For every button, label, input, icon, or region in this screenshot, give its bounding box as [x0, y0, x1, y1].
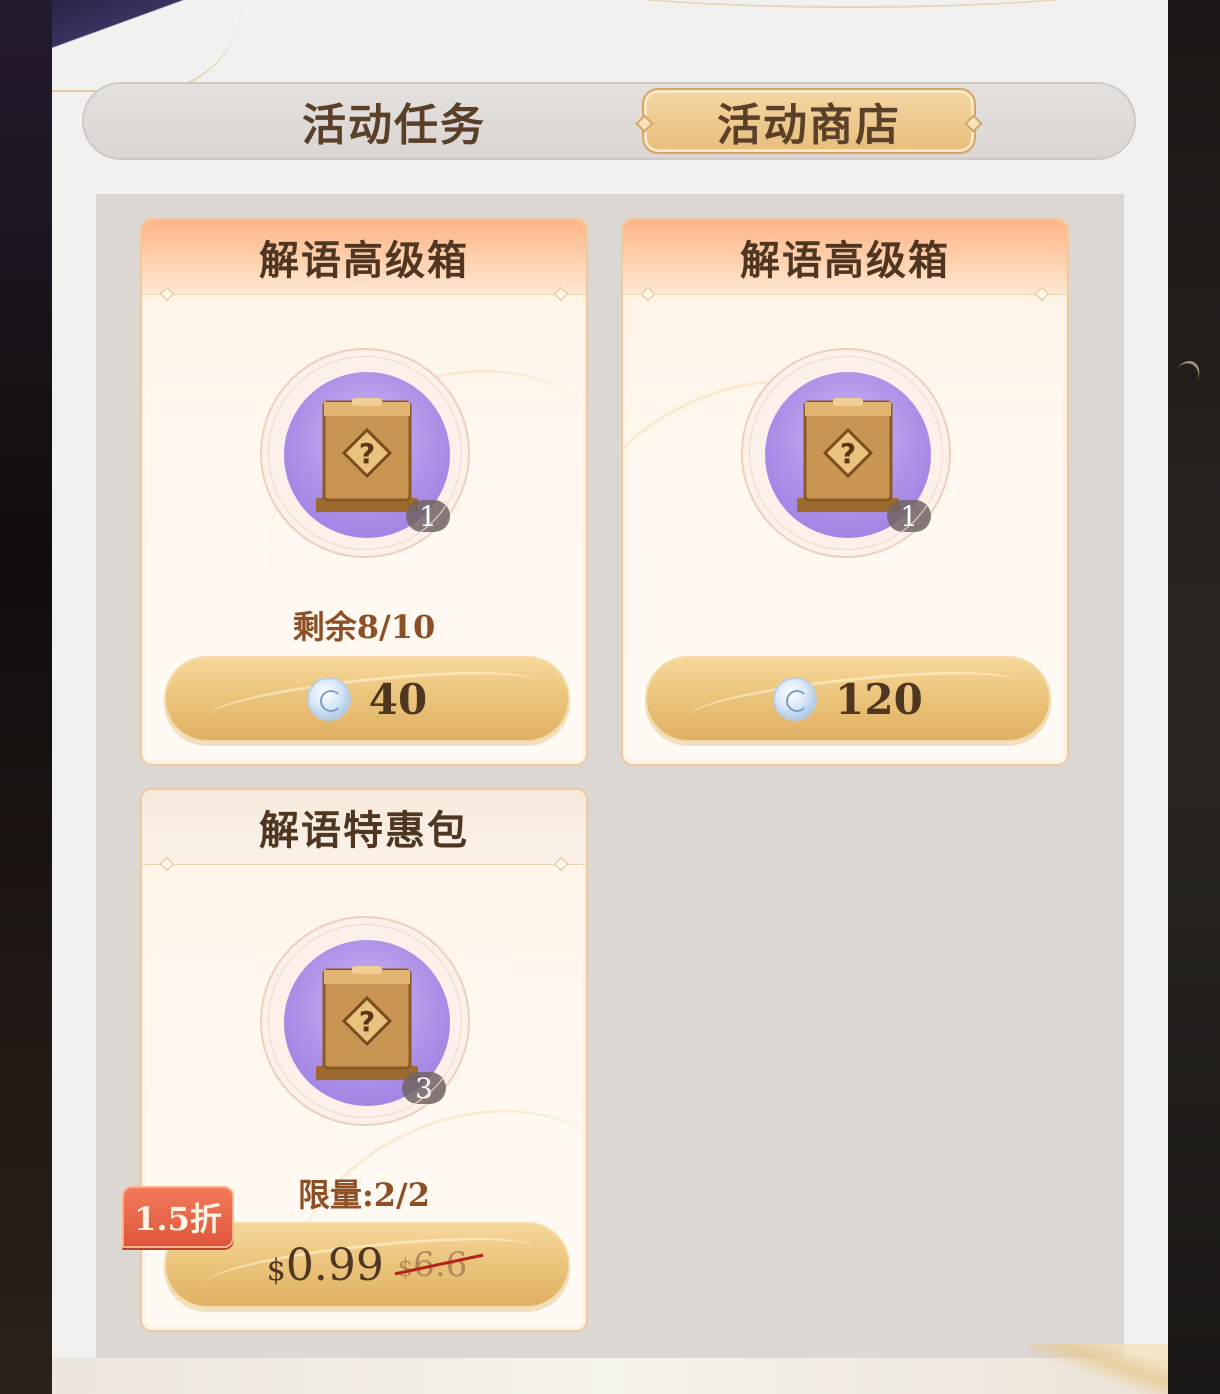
item-icon-background: ?	[765, 372, 931, 538]
item-icon-background: ?	[284, 940, 450, 1106]
silver-coin-icon	[306, 677, 351, 721]
diamond-ornament-icon	[635, 114, 654, 133]
price-value: 0.99	[285, 1239, 384, 1291]
item-price: 40	[368, 674, 428, 724]
item-icon-frame: ? 3	[260, 916, 470, 1126]
tab-activity-shop[interactable]: 活动商店	[635, 88, 983, 154]
item-icon-frame: ? 1	[741, 348, 951, 558]
svg-text:?: ?	[359, 437, 375, 470]
item-quantity-badge: 1	[887, 500, 931, 533]
discount-badge: 1.5折	[122, 1186, 234, 1248]
silver-coin-icon	[773, 677, 818, 721]
tab-activity-tasks[interactable]: 活动任务	[214, 84, 574, 158]
svg-text:?: ?	[359, 1005, 375, 1038]
currency-symbol: $	[266, 1252, 286, 1288]
item-price: 120	[835, 674, 923, 724]
corner-gold-trim	[52, 0, 242, 92]
header-divider	[156, 294, 572, 296]
shop-item-grid: 解语高级箱 ? 1 剩余8/10 40 解语高级箱 ? 1 120 解语特惠包 …	[96, 194, 1124, 1362]
tab-bar: 活动任务 活动商店	[82, 82, 1136, 160]
item-title: 解语特惠包	[142, 790, 586, 865]
item-icon-frame: ? 1	[260, 348, 470, 558]
shop-item-card[interactable]: 解语高级箱 ? 1 剩余8/10 40	[140, 218, 588, 766]
top-arc-decoration	[572, 0, 1132, 8]
bottom-decoration	[52, 1358, 1168, 1394]
background-right	[1164, 0, 1220, 1394]
background-left	[0, 0, 56, 1394]
tab-label: 活动任务	[302, 100, 486, 151]
current-price: $0.99	[267, 1240, 384, 1291]
buy-button[interactable]: 120	[645, 656, 1051, 742]
shop-item-card[interactable]: 解语高级箱 ? 1 120	[621, 218, 1069, 766]
item-quantity-badge: 1	[406, 500, 450, 533]
sparkle-decoration	[1167, 356, 1205, 397]
header-divider	[156, 864, 572, 866]
item-icon-background: ?	[284, 372, 450, 538]
svg-text:?: ?	[840, 437, 856, 470]
tab-label: 活动商店	[717, 100, 901, 151]
original-price: $6.6	[394, 1245, 484, 1285]
shop-panel: 活动任务 活动商店 解语高级箱 ? 1 剩余8/10 40 解语高级箱 ? 1 …	[52, 0, 1168, 1394]
item-title: 解语高级箱	[142, 220, 586, 295]
buy-button[interactable]: 40	[164, 656, 570, 742]
mystery-box-icon: ?	[797, 398, 899, 512]
diamond-ornament-icon	[964, 114, 983, 133]
item-quantity-badge: 3	[402, 1072, 446, 1105]
shop-item-card[interactable]: 解语特惠包 ? 3 限量:2/2 $0.99 $	[140, 788, 588, 1332]
item-title: 解语高级箱	[623, 220, 1067, 295]
header-divider	[637, 294, 1053, 296]
bottom-gold-trim	[1028, 1344, 1168, 1394]
mystery-box-icon: ?	[316, 966, 418, 1080]
remaining-stock: 剩余8/10	[292, 608, 436, 646]
mystery-box-icon: ?	[316, 398, 418, 512]
